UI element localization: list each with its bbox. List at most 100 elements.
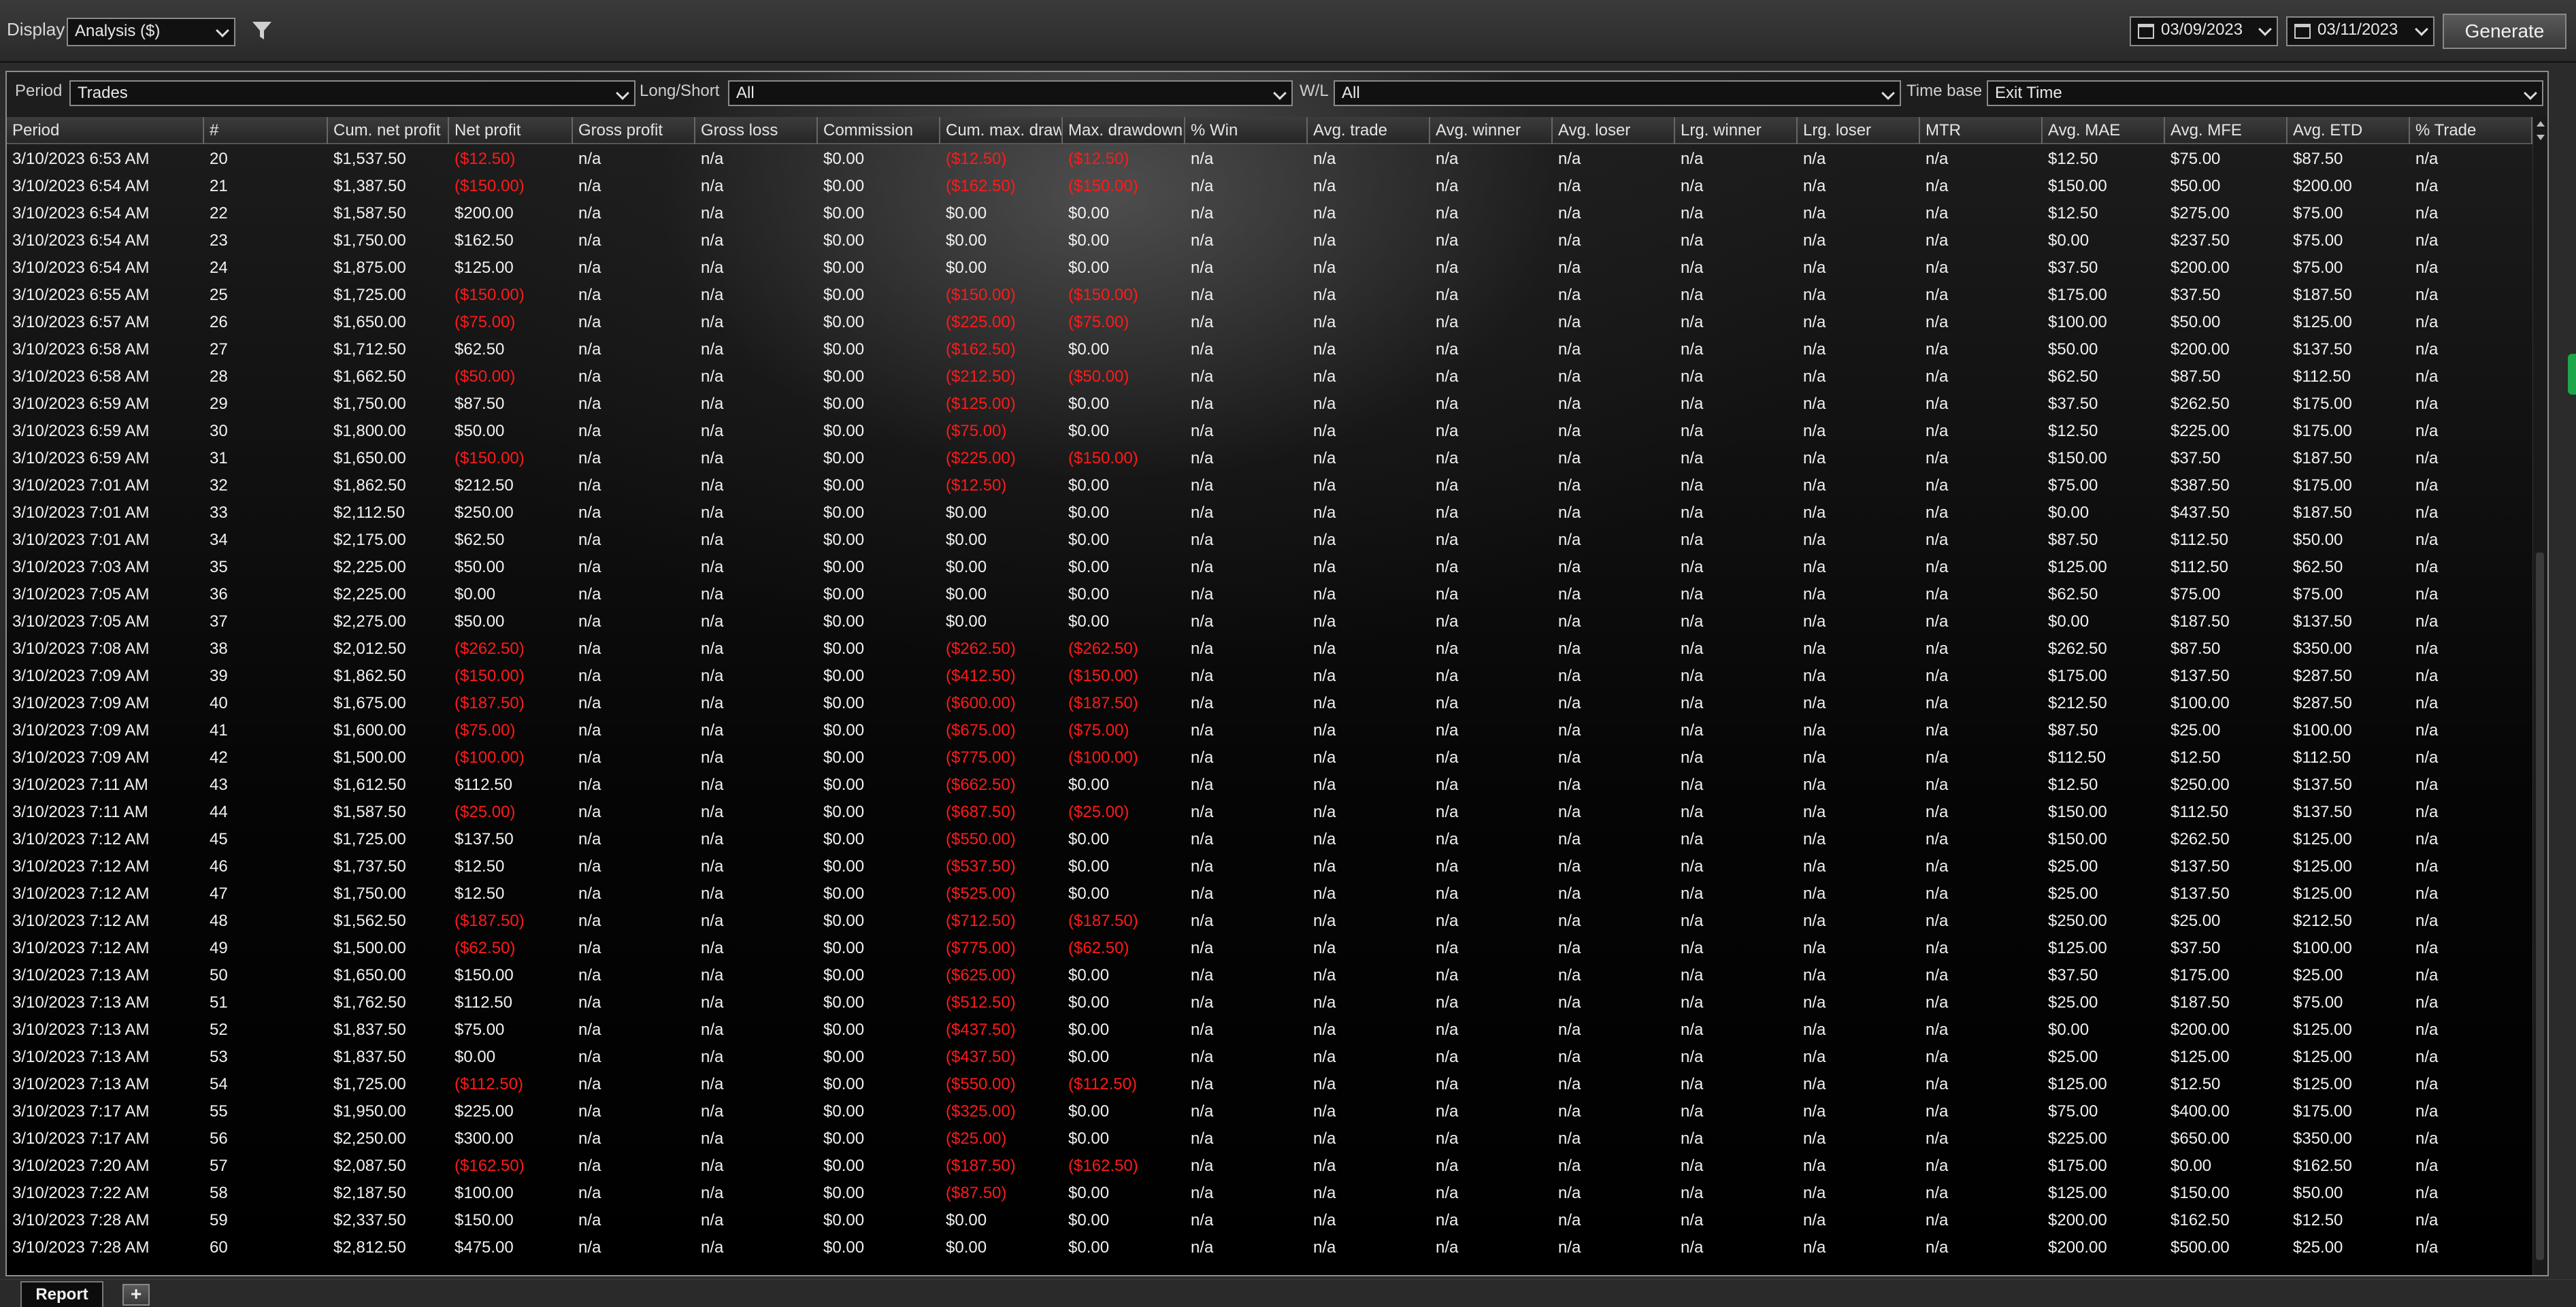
table-row[interactable]: 3/10/2023 7:17 AM 56 $2,250.00 $300.00 n/a n/… [7, 1125, 2532, 1153]
table-row[interactable]: 3/10/2023 7:03 AM 35 $2,225.00 $50.00 n/a n/a… [7, 554, 2532, 581]
period-select[interactable]: Trades [69, 80, 635, 106]
wl-select[interactable]: All [1334, 80, 1901, 106]
column-header-avg-winner[interactable]: Avg. winner [1430, 117, 1553, 144]
table-cell-avg-etd: $125.00 [2293, 857, 2352, 876]
table-row[interactable]: 3/10/2023 7:13 AM 52 $1,837.50 $75.00 n/a n/a… [7, 1016, 2532, 1044]
table-row[interactable]: 3/10/2023 6:54 AM 24 $1,875.00 $125.00 n/a n/… [7, 254, 2532, 282]
table-row[interactable]: 3/10/2023 7:05 AM 37 $2,275.00 $50.00 n/a n/a… [7, 608, 2532, 635]
table-row[interactable]: 3/10/2023 7:22 AM 58 $2,187.50 $100.00 n/a n/… [7, 1180, 2532, 1207]
column-header-net-profit[interactable]: Net profit [449, 117, 573, 144]
table-cell-net-profit: $200.00 [455, 204, 514, 222]
table-cell-max-drawdown: $0.00 [1068, 558, 1110, 576]
longshort-select[interactable]: All [728, 80, 1293, 106]
table-row[interactable]: 3/10/2023 7:09 AM 39 $1,862.50 ($150.00) n/a… [7, 663, 2532, 690]
table-row[interactable]: 3/10/2023 6:58 AM 28 $1,662.50 ($50.00) n/a n… [7, 363, 2532, 391]
column-header-avg-mae[interactable]: Avg. MAE [2043, 117, 2165, 144]
start-date-picker[interactable]: 03/09/2023 [2130, 16, 2278, 46]
scroll-up-icon[interactable] [2537, 121, 2545, 127]
table-row[interactable]: 3/10/2023 6:54 AM 23 $1,750.00 $162.50 n/a n/… [7, 227, 2532, 254]
table-cell-mtr: n/a [1926, 150, 1949, 168]
table-row[interactable]: 3/10/2023 7:28 AM 59 $2,337.50 $150.00 n/a n/… [7, 1207, 2532, 1234]
scrollbar-thumb[interactable] [2536, 552, 2544, 1260]
table-row[interactable]: 3/10/2023 7:09 AM 41 $1,600.00 ($75.00) n/a n… [7, 717, 2532, 744]
table-cell-number: 22 [210, 204, 228, 222]
table-cell-pct-win: n/a [1191, 422, 1214, 440]
display-select[interactable]: Analysis ($) [67, 18, 235, 46]
column-header-commission[interactable]: Commission [818, 117, 940, 144]
table-row[interactable]: 3/10/2023 7:08 AM 38 $2,012.50 ($262.50) n/a… [7, 635, 2532, 663]
table-row[interactable]: 3/10/2023 7:01 AM 34 $2,175.00 $62.50 n/a n/a… [7, 527, 2532, 554]
table-row[interactable]: 3/10/2023 6:55 AM 25 $1,725.00 ($150.00) n/a… [7, 282, 2532, 309]
table-row[interactable]: 3/10/2023 7:12 AM 47 $1,750.00 $12.50 n/a n/a… [7, 880, 2532, 908]
column-header-avg-loser[interactable]: Avg. loser [1553, 117, 1675, 144]
add-tab-button[interactable]: + [122, 1284, 150, 1306]
filter-icon[interactable] [250, 19, 274, 42]
column-header-cum-max-drawdown[interactable]: Cum. max. drawdown [940, 117, 1063, 144]
column-header-avg-etd[interactable]: Avg. ETD [2288, 117, 2410, 144]
end-date-picker[interactable]: 03/11/2023 [2286, 16, 2434, 46]
table-row[interactable]: 3/10/2023 7:01 AM 33 $2,112.50 $250.00 n/a n/… [7, 499, 2532, 527]
column-header-pct-trade[interactable]: % Trade [2410, 117, 2532, 144]
column-header-cum-net-profit[interactable]: Cum. net profit [328, 117, 449, 144]
table-row[interactable]: 3/10/2023 6:59 AM 29 $1,750.00 $87.50 n/a n/a… [7, 391, 2532, 418]
generate-button[interactable]: Generate [2443, 14, 2566, 49]
table-cell-avg-mae: $37.50 [2048, 395, 2098, 413]
table-row[interactable]: 3/10/2023 7:20 AM 57 $2,087.50 ($162.50) n/a… [7, 1153, 2532, 1180]
column-header-mtr[interactable]: MTR [1920, 117, 2043, 144]
table-row[interactable]: 3/10/2023 6:54 AM 22 $1,587.50 $200.00 n/a n/… [7, 200, 2532, 227]
table-row[interactable]: 3/10/2023 7:11 AM 44 $1,587.50 ($25.00) n/a n… [7, 799, 2532, 826]
table-row[interactable]: 3/10/2023 7:13 AM 51 $1,762.50 $112.50 n/a n/… [7, 989, 2532, 1016]
table-cell-commission: $0.00 [823, 422, 865, 440]
column-header-avg-mfe[interactable]: Avg. MFE [2165, 117, 2288, 144]
table-row[interactable]: 3/10/2023 6:58 AM 27 $1,712.50 $62.50 n/a n/a… [7, 336, 2532, 363]
column-header-lrg-winner[interactable]: Lrg. winner [1675, 117, 1798, 144]
table-row[interactable]: 3/10/2023 7:12 AM 45 $1,725.00 $137.50 n/a n/… [7, 826, 2532, 853]
table-cell-avg-loser: n/a [1558, 966, 1581, 985]
table-cell-avg-mae: $12.50 [2048, 150, 2098, 168]
table-row[interactable]: 3/10/2023 7:17 AM 55 $1,950.00 $225.00 n/a n/… [7, 1098, 2532, 1125]
table-cell-mtr: n/a [1926, 1157, 1949, 1175]
table-row[interactable]: 3/10/2023 7:13 AM 50 $1,650.00 $150.00 n/a n/… [7, 962, 2532, 989]
table-row[interactable]: 3/10/2023 7:12 AM 48 $1,562.50 ($187.50) n/a… [7, 908, 2532, 935]
table-row[interactable]: 3/10/2023 7:13 AM 54 $1,725.00 ($112.50) n/a… [7, 1071, 2532, 1098]
timebase-select[interactable]: Exit Time [1987, 80, 2543, 106]
column-header-gross-profit[interactable]: Gross profit [573, 117, 695, 144]
column-header-avg-trade[interactable]: Avg. trade [1308, 117, 1430, 144]
scroll-down-icon[interactable] [2537, 135, 2545, 140]
column-header-max-drawdown[interactable]: Max. drawdown [1063, 117, 1185, 144]
table-row[interactable]: 3/10/2023 7:01 AM 32 $1,862.50 $212.50 n/a n/… [7, 472, 2532, 499]
table-row[interactable]: 3/10/2023 7:09 AM 42 $1,500.00 ($100.00) n/a… [7, 744, 2532, 772]
table-cell-pct-trade: n/a [2415, 259, 2439, 277]
table-cell-gross-loss: n/a [701, 340, 724, 359]
table-cell-lrg-winner: n/a [1681, 939, 1704, 957]
table-cell-lrg-winner: n/a [1681, 150, 1704, 168]
table-cell-net-profit: ($112.50) [455, 1075, 523, 1093]
table-cell-avg-etd: $62.50 [2293, 558, 2343, 576]
table-row[interactable]: 3/10/2023 6:59 AM 30 $1,800.00 $50.00 n/a n/a… [7, 418, 2532, 445]
table-row[interactable]: 3/10/2023 7:12 AM 46 $1,737.50 $12.50 n/a n/a… [7, 853, 2532, 880]
table-cell-gross-loss: n/a [701, 694, 724, 712]
table-row[interactable]: 3/10/2023 7:13 AM 53 $1,837.50 $0.00 n/a n/a $… [7, 1044, 2532, 1071]
vertical-scrollbar[interactable] [2532, 117, 2547, 1275]
table-row[interactable]: 3/10/2023 7:09 AM 40 $1,675.00 ($187.50) n/a… [7, 690, 2532, 717]
column-header-pct-win[interactable]: % Win [1185, 117, 1308, 144]
table-row[interactable]: 3/10/2023 7:11 AM 43 $1,612.50 $112.50 n/a n/… [7, 772, 2532, 799]
table-row[interactable]: 3/10/2023 7:05 AM 36 $2,225.00 $0.00 n/a n/a $… [7, 581, 2532, 608]
column-header-gross-loss[interactable]: Gross loss [695, 117, 818, 144]
table-cell-avg-winner: n/a [1436, 1048, 1459, 1066]
table-row[interactable]: 3/10/2023 7:28 AM 60 $2,812.50 $475.00 n/a n/… [7, 1234, 2532, 1261]
column-header-number[interactable]: # [204, 117, 328, 144]
table-row[interactable]: 3/10/2023 7:12 AM 49 $1,500.00 ($62.50) n/a n… [7, 935, 2532, 962]
column-header-lrg-loser[interactable]: Lrg. loser [1798, 117, 1920, 144]
table-cell-gross-profit: n/a [578, 993, 601, 1012]
table-cell-net-profit: $212.50 [455, 476, 514, 495]
table-cell-net-profit: $50.00 [455, 612, 505, 631]
column-header-period[interactable]: Period [7, 117, 204, 144]
table-row[interactable]: 3/10/2023 6:59 AM 31 $1,650.00 ($150.00) n/a… [7, 445, 2532, 472]
table-cell-cum-net-profit: $1,737.50 [333, 857, 406, 876]
table-cell-pct-win: n/a [1191, 1211, 1214, 1229]
tab-report[interactable]: Report [20, 1281, 103, 1307]
table-row[interactable]: 3/10/2023 6:54 AM 21 $1,387.50 ($150.00) n/a… [7, 173, 2532, 200]
table-row[interactable]: 3/10/2023 6:53 AM 20 $1,537.50 ($12.50) n/a n… [7, 146, 2532, 173]
table-row[interactable]: 3/10/2023 6:57 AM 26 $1,650.00 ($75.00) n/a n… [7, 309, 2532, 336]
